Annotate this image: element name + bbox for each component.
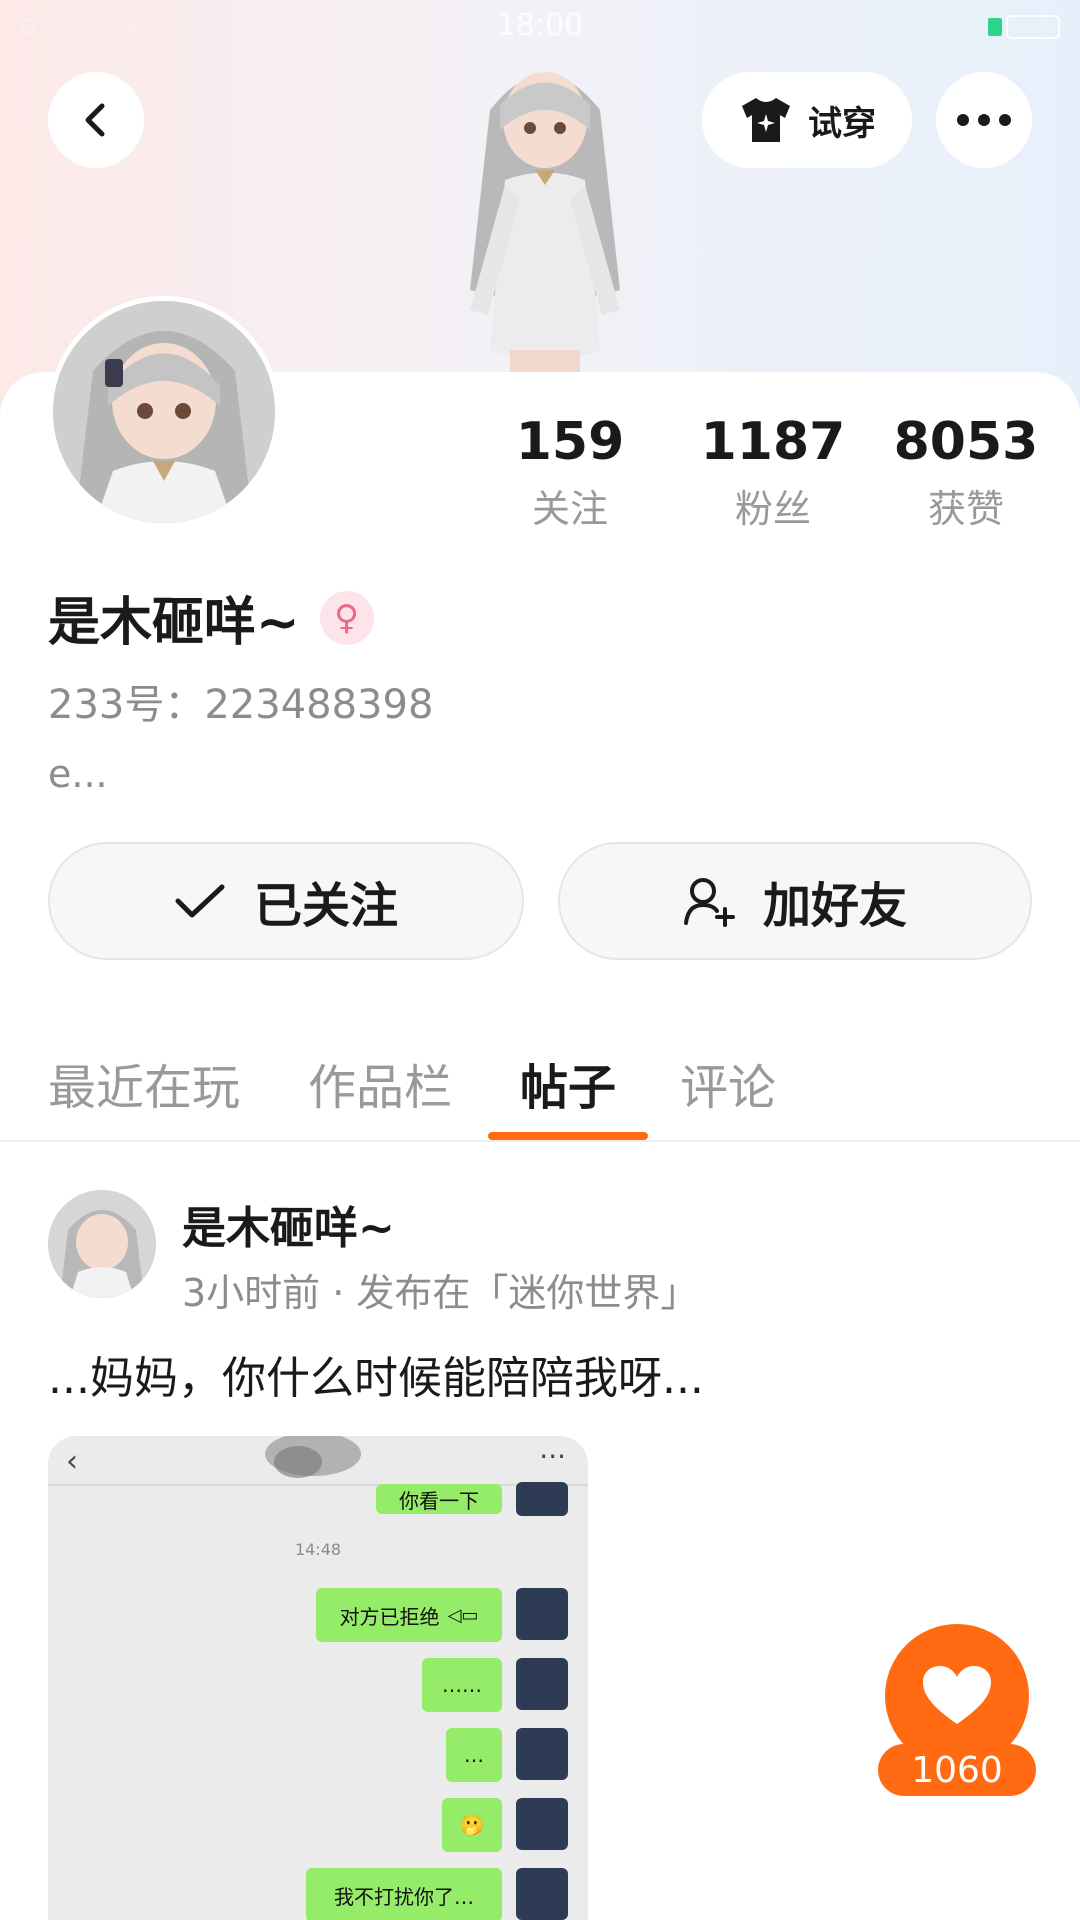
profile-uid: 233号：223488398 — [48, 682, 434, 728]
profile-tabs: 最近在玩 作品栏 帖子 评论 — [0, 1038, 1080, 1142]
avatar-3d-figure — [470, 72, 620, 390]
post-meta: 3小时前 · 发布在「迷你世界」 — [182, 1271, 699, 1315]
add-friend-button[interactable]: 加好友 — [558, 842, 1032, 960]
tab-recently-played[interactable]: 最近在玩 — [48, 1048, 240, 1118]
profile-avatar[interactable] — [48, 296, 280, 528]
chat-avatar — [516, 1588, 568, 1640]
try-on-button[interactable]: 试穿 — [702, 72, 912, 168]
chat-time: 14:48 — [294, 1540, 342, 1559]
stat-value: 8053 — [893, 412, 1039, 472]
stat-following[interactable]: 159 关注 — [480, 410, 660, 533]
like-count: 1060 — [878, 1744, 1036, 1796]
try-on-label: 试穿 — [808, 103, 876, 144]
check-icon — [175, 884, 225, 918]
stat-likes[interactable]: 8053 获赞 — [876, 410, 1056, 533]
followed-label: 已关注 — [253, 878, 398, 934]
ink-blot-image — [265, 1436, 361, 1478]
chat-bubble: 🫢 — [442, 1798, 502, 1852]
chat-avatar — [516, 1658, 568, 1710]
more-dots-icon: ··· — [539, 1440, 566, 1473]
stat-fans[interactable]: 1187 粉丝 — [683, 410, 863, 533]
battery-icon — [988, 15, 1060, 39]
post-author-avatar[interactable] — [48, 1190, 156, 1298]
stats-row: 159 关注 1187 粉丝 8053 获赞 — [480, 410, 1060, 533]
post-image[interactable]: ‹ ··· 你看一下 14:48 对方已拒绝 ◁▭ …… … 🫢 我不打扰你了… — [48, 1436, 588, 1920]
chat-avatar — [516, 1798, 568, 1850]
chat-bubble: … — [446, 1728, 502, 1782]
tab-comments[interactable]: 评论 — [680, 1048, 776, 1118]
avatar-image — [53, 301, 275, 523]
active-tab-indicator — [488, 1132, 648, 1140]
post-author-name[interactable]: 是木砸咩~ — [182, 1192, 395, 1256]
chat-bubble: 对方已拒绝 ◁▭ — [316, 1588, 502, 1642]
more-button[interactable] — [936, 72, 1032, 168]
chevron-left-icon: ‹ — [66, 1444, 78, 1479]
more-dots-icon — [957, 114, 1011, 126]
chat-avatar — [516, 1868, 568, 1920]
stat-label: 关注 — [531, 487, 608, 531]
chat-bubble-text: 对方已拒绝 — [339, 1604, 440, 1629]
add-friend-label: 加好友 — [762, 878, 907, 934]
profile-bio: e... — [48, 752, 108, 796]
tshirt-icon — [742, 98, 790, 142]
stat-value: 1187 — [700, 412, 846, 472]
tab-posts[interactable]: 帖子 — [520, 1048, 616, 1118]
add-user-icon — [683, 878, 735, 927]
stat-label: 获赞 — [927, 487, 1004, 531]
chat-avatar — [516, 1728, 568, 1780]
heart-icon — [923, 1666, 991, 1724]
chevron-left-icon — [85, 103, 105, 137]
stat-value: 159 — [515, 412, 625, 472]
followed-button[interactable]: 已关注 — [48, 842, 524, 960]
chat-bubble: …… — [422, 1658, 502, 1712]
chat-screenshot-header: ‹ ··· — [48, 1436, 588, 1486]
tab-works[interactable]: 作品栏 — [308, 1048, 452, 1118]
status-bar: ⊘ ◠ ··· 18:00 — [0, 0, 1080, 56]
avatar-image — [48, 1190, 156, 1298]
chat-bubble: 你看一下 — [376, 1484, 502, 1514]
stat-label: 粉丝 — [734, 487, 811, 531]
name-row: 是木砸咩~ ♀ — [48, 580, 374, 655]
video-call-icon: ◁▭ — [447, 1604, 479, 1626]
female-icon: ♀ — [319, 590, 374, 645]
chat-avatar — [516, 1482, 568, 1516]
post-text[interactable]: ...妈妈，你什么时候能陪陪我呀... — [48, 1342, 704, 1406]
profile-name: 是木砸咩~ — [48, 593, 300, 653]
back-button[interactable] — [48, 72, 144, 168]
chat-bubble: 我不打扰你了… — [306, 1868, 502, 1920]
status-time: 18:00 — [496, 8, 584, 43]
